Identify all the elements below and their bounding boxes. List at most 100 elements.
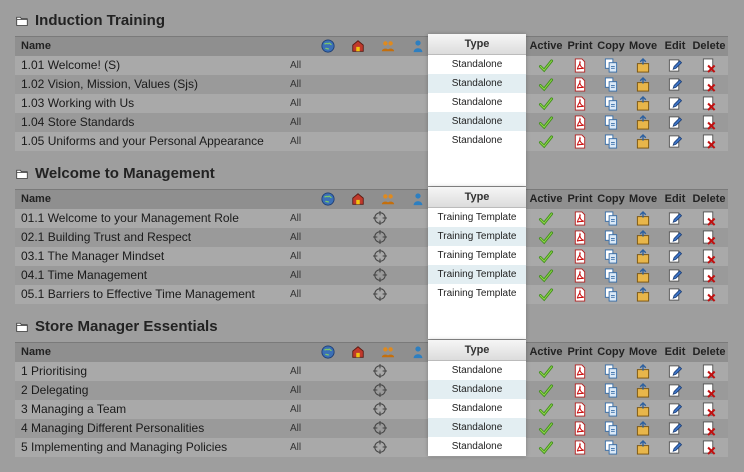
pdf-icon[interactable] (572, 287, 588, 302)
edit-icon[interactable] (667, 211, 683, 226)
move-icon[interactable] (635, 287, 651, 302)
copy-icon[interactable] (603, 134, 619, 149)
item-name[interactable]: 2 Delegating (21, 383, 88, 397)
item-name[interactable]: 1.03 Working with Us (21, 96, 134, 110)
column-type-header[interactable]: Type (428, 34, 526, 55)
table-row[interactable]: 05.1 Barriers to Effective Time Manageme… (15, 285, 728, 304)
copy-icon[interactable] (603, 287, 619, 302)
move-icon[interactable] (635, 249, 651, 264)
column-type-header[interactable]: Type (428, 340, 526, 361)
pdf-icon[interactable] (572, 383, 588, 398)
delete-icon[interactable] (701, 364, 717, 379)
copy-icon[interactable] (603, 383, 619, 398)
item-name[interactable]: 02.1 Building Trust and Respect (21, 230, 191, 244)
pdf-icon[interactable] (572, 364, 588, 379)
pdf-icon[interactable] (572, 96, 588, 111)
target-icon[interactable] (373, 402, 387, 416)
table-row[interactable]: 1.05 Uniforms and your Personal Appearan… (15, 132, 728, 151)
target-icon[interactable] (373, 287, 387, 301)
move-icon[interactable] (635, 134, 651, 149)
copy-icon[interactable] (603, 96, 619, 111)
edit-icon[interactable] (667, 364, 683, 379)
item-name[interactable]: 3 Managing a Team (21, 402, 126, 416)
delete-icon[interactable] (701, 230, 717, 245)
checkmark-icon[interactable] (538, 402, 554, 417)
move-icon[interactable] (635, 77, 651, 92)
edit-icon[interactable] (667, 287, 683, 302)
edit-icon[interactable] (667, 421, 683, 436)
move-icon[interactable] (635, 421, 651, 436)
pdf-icon[interactable] (572, 58, 588, 73)
copy-icon[interactable] (603, 440, 619, 455)
table-row[interactable]: 01.1 Welcome to your Management Role All (15, 209, 728, 228)
edit-icon[interactable] (667, 115, 683, 130)
delete-icon[interactable] (701, 383, 717, 398)
delete-icon[interactable] (701, 402, 717, 417)
column-name-header[interactable]: Name (21, 346, 51, 358)
checkmark-icon[interactable] (538, 249, 554, 264)
target-icon[interactable] (373, 211, 387, 225)
copy-icon[interactable] (603, 268, 619, 283)
checkmark-icon[interactable] (538, 383, 554, 398)
pdf-icon[interactable] (572, 440, 588, 455)
item-name[interactable]: 05.1 Barriers to Effective Time Manageme… (21, 287, 255, 301)
pdf-icon[interactable] (572, 77, 588, 92)
target-icon[interactable] (373, 421, 387, 435)
table-row[interactable]: 5 Implementing and Managing Policies All (15, 438, 728, 457)
pdf-icon[interactable] (572, 249, 588, 264)
checkmark-icon[interactable] (538, 58, 554, 73)
target-icon[interactable] (373, 383, 387, 397)
pdf-icon[interactable] (572, 402, 588, 417)
item-name[interactable]: 01.1 Welcome to your Management Role (21, 211, 239, 225)
target-icon[interactable] (373, 364, 387, 378)
target-icon[interactable] (373, 249, 387, 263)
item-name[interactable]: 1 Prioritising (21, 364, 87, 378)
item-name[interactable]: 5 Implementing and Managing Policies (21, 440, 227, 454)
move-icon[interactable] (635, 115, 651, 130)
edit-icon[interactable] (667, 96, 683, 111)
target-icon[interactable] (373, 268, 387, 282)
table-row[interactable]: 1.03 Working with Us All (15, 94, 728, 113)
target-icon[interactable] (373, 440, 387, 454)
copy-icon[interactable] (603, 364, 619, 379)
column-name-header[interactable]: Name (21, 193, 51, 205)
delete-icon[interactable] (701, 211, 717, 226)
item-name[interactable]: 4 Managing Different Personalities (21, 421, 204, 435)
table-row[interactable]: 1.04 Store Standards All (15, 113, 728, 132)
delete-icon[interactable] (701, 77, 717, 92)
checkmark-icon[interactable] (538, 115, 554, 130)
pdf-icon[interactable] (572, 134, 588, 149)
table-row[interactable]: 03.1 The Manager Mindset All (15, 247, 728, 266)
edit-icon[interactable] (667, 249, 683, 264)
copy-icon[interactable] (603, 58, 619, 73)
copy-icon[interactable] (603, 249, 619, 264)
checkmark-icon[interactable] (538, 440, 554, 455)
move-icon[interactable] (635, 96, 651, 111)
item-name[interactable]: 1.04 Store Standards (21, 115, 134, 129)
table-row[interactable]: 1 Prioritising All (15, 362, 728, 381)
pdf-icon[interactable] (572, 115, 588, 130)
table-row[interactable]: 2 Delegating All (15, 381, 728, 400)
pdf-icon[interactable] (572, 230, 588, 245)
move-icon[interactable] (635, 383, 651, 398)
delete-icon[interactable] (701, 287, 717, 302)
checkmark-icon[interactable] (538, 268, 554, 283)
move-icon[interactable] (635, 58, 651, 73)
edit-icon[interactable] (667, 230, 683, 245)
move-icon[interactable] (635, 440, 651, 455)
delete-icon[interactable] (701, 440, 717, 455)
checkmark-icon[interactable] (538, 421, 554, 436)
move-icon[interactable] (635, 364, 651, 379)
copy-icon[interactable] (603, 421, 619, 436)
target-icon[interactable] (373, 230, 387, 244)
column-type-header[interactable]: Type (428, 187, 526, 208)
move-icon[interactable] (635, 211, 651, 226)
pdf-icon[interactable] (572, 268, 588, 283)
move-icon[interactable] (635, 268, 651, 283)
delete-icon[interactable] (701, 249, 717, 264)
table-row[interactable]: 1.02 Vision, Mission, Values (Sjs) All (15, 75, 728, 94)
delete-icon[interactable] (701, 268, 717, 283)
copy-icon[interactable] (603, 77, 619, 92)
table-row[interactable]: 4 Managing Different Personalities All (15, 419, 728, 438)
checkmark-icon[interactable] (538, 96, 554, 111)
